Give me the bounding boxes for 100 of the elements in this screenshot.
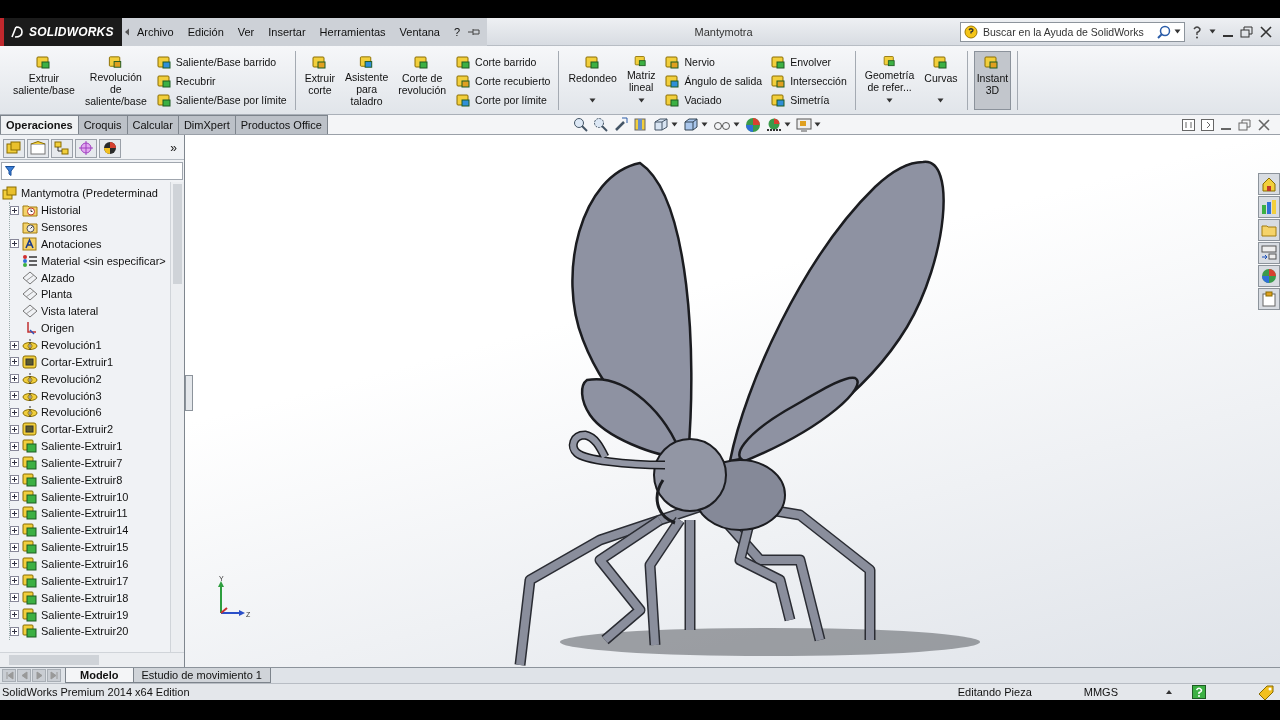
ribbon-button[interactable]: Intersección <box>768 71 849 90</box>
cube-icon[interactable] <box>682 117 699 132</box>
appearance-sphere-icon[interactable] <box>744 116 761 133</box>
dimxpert-tab[interactable] <box>75 138 97 158</box>
ribbon-button[interactable]: Extruir saliente/base <box>10 51 78 110</box>
menu-item[interactable]: Ver <box>230 25 262 38</box>
tree-item[interactable]: Origen <box>10 319 170 337</box>
more-tabs-button[interactable]: » <box>170 141 181 155</box>
expand-icon[interactable] <box>10 239 19 249</box>
expand-icon[interactable] <box>10 576 19 586</box>
tree-item[interactable]: Revolución3 <box>10 387 170 404</box>
help-icon[interactable] <box>1192 685 1206 699</box>
zoom-fit-icon[interactable] <box>572 117 588 132</box>
tree-item[interactable]: Saliente-Extruir18 <box>10 589 170 607</box>
task-pane-tab[interactable] <box>1258 173 1280 195</box>
ribbon-button[interactable]: Ángulo de salida <box>662 71 765 90</box>
configuration-tab[interactable] <box>51 138 73 158</box>
feature-manager-tab[interactable] <box>3 138 25 158</box>
expand-icon[interactable] <box>10 374 19 384</box>
expand-icon[interactable] <box>10 407 19 417</box>
expand-icon[interactable] <box>10 542 19 552</box>
tag-icon[interactable] <box>1258 684 1274 700</box>
ribbon-button[interactable]: Revolución de saliente/base <box>81 51 150 110</box>
menu-item[interactable]: ? <box>447 25 468 38</box>
ribbon-button[interactable]: Curvas <box>921 51 961 110</box>
expand-icon[interactable] <box>10 391 19 401</box>
ribbon-button[interactable]: Envolver <box>768 52 849 71</box>
ribbon-button[interactable]: Vaciado <box>662 90 765 109</box>
tile-left-icon[interactable] <box>1182 118 1195 131</box>
tree-item[interactable]: Saliente-Extruir11 <box>10 505 170 522</box>
caret-up-icon[interactable] <box>1166 690 1172 694</box>
units-label[interactable]: MMGS <box>1083 686 1118 698</box>
tree-item[interactable]: Anotaciones <box>10 235 170 253</box>
ribbon-button[interactable]: Corte de revolución <box>395 51 450 110</box>
vertical-scrollbar[interactable] <box>170 182 184 652</box>
task-pane-tab[interactable] <box>1258 288 1280 310</box>
ribbon-button[interactable]: Saliente/Base por límite <box>153 90 289 109</box>
ribbon-button[interactable]: Extruir corte <box>301 51 339 110</box>
tree-item[interactable]: Revolución6 <box>10 403 170 421</box>
tab[interactable]: Modelo <box>65 668 134 683</box>
expand-icon[interactable] <box>10 205 19 215</box>
expand-icon[interactable] <box>10 424 19 434</box>
task-pane-tab[interactable] <box>1258 196 1280 218</box>
ribbon-button[interactable]: Corte por límite <box>453 90 553 109</box>
zoom-area-icon[interactable] <box>592 117 608 132</box>
menu-item[interactable]: Insertar <box>261 25 313 38</box>
task-pane-tab[interactable] <box>1258 242 1280 264</box>
expand-icon[interactable] <box>10 492 19 502</box>
scene-icon[interactable] <box>765 116 782 133</box>
ribbon-button[interactable]: Geometría de refer... <box>861 51 918 110</box>
ribbon-button[interactable]: Simetría <box>768 90 849 109</box>
ribbon-button[interactable]: Redondeo <box>565 51 620 110</box>
tree-item[interactable]: Alzado <box>10 269 170 287</box>
restore-icon[interactable] <box>1238 118 1252 131</box>
tab[interactable]: Productos Office <box>234 115 328 134</box>
collapse-arrow-icon[interactable] <box>124 27 130 36</box>
tree-item[interactable]: Vista lateral <box>10 302 170 320</box>
display-manager-tab[interactable] <box>99 138 121 158</box>
tree-item[interactable]: Saliente-Extruir7 <box>10 454 170 472</box>
ribbon-button[interactable]: Recubrir <box>153 71 289 90</box>
ribbon-button[interactable]: Corte barrido <box>453 52 553 71</box>
horizontal-scrollbar[interactable] <box>0 652 184 667</box>
tab[interactable]: Operaciones <box>0 115 79 134</box>
tab[interactable]: Estudio de movimiento 1 <box>132 668 271 683</box>
tree-item[interactable]: Cortar-Extruir1 <box>10 353 170 371</box>
help-icon[interactable] <box>1191 24 1203 39</box>
close-icon[interactable] <box>1258 118 1270 131</box>
expand-icon[interactable] <box>10 610 19 619</box>
expand-icon[interactable] <box>10 508 19 518</box>
menu-item[interactable]: Ventana <box>392 25 447 38</box>
section-view-icon[interactable] <box>632 117 648 132</box>
tree-item[interactable]: Historial <box>10 201 170 219</box>
expand-icon[interactable] <box>10 340 19 350</box>
ribbon-button[interactable]: Saliente/Base barrido <box>153 52 289 71</box>
ribbon-button[interactable]: Corte recubierto <box>453 71 553 90</box>
tab[interactable]: Croquis <box>77 115 128 134</box>
expand-icon[interactable] <box>10 593 19 603</box>
restore-icon[interactable] <box>1240 25 1254 38</box>
tree-item[interactable]: Saliente-Extruir19 <box>10 606 170 623</box>
tree-item[interactable]: Saliente-Extruir17 <box>10 572 170 590</box>
tree-item[interactable]: Planta <box>10 286 170 303</box>
expand-icon[interactable] <box>10 559 19 569</box>
filter-field[interactable] <box>1 162 183 180</box>
tree-item[interactable]: Saliente-Extruir16 <box>10 555 170 573</box>
tab[interactable]: Calcular <box>126 115 179 134</box>
task-pane-tab[interactable] <box>1258 265 1280 287</box>
tree-item[interactable]: Cortar-Extruir2 <box>10 420 170 438</box>
ribbon-button[interactable]: Matriz lineal <box>623 51 659 110</box>
tree-item[interactable]: Saliente-Extruir1 <box>10 437 170 455</box>
tree-item[interactable]: Revolución2 <box>10 370 170 388</box>
expand-icon[interactable] <box>10 475 19 485</box>
tree-item[interactable]: Revolución1 <box>10 336 170 354</box>
expand-icon[interactable] <box>10 458 19 468</box>
tree-item[interactable]: Sensores <box>10 218 170 236</box>
menu-item[interactable]: Herramientas <box>312 25 393 38</box>
expand-icon[interactable] <box>10 441 19 451</box>
tree-item[interactable]: Saliente-Extruir14 <box>10 521 170 539</box>
close-icon[interactable] <box>1260 25 1272 38</box>
expand-icon[interactable] <box>10 357 19 367</box>
tree-item[interactable]: Saliente-Extruir20 <box>10 622 170 640</box>
